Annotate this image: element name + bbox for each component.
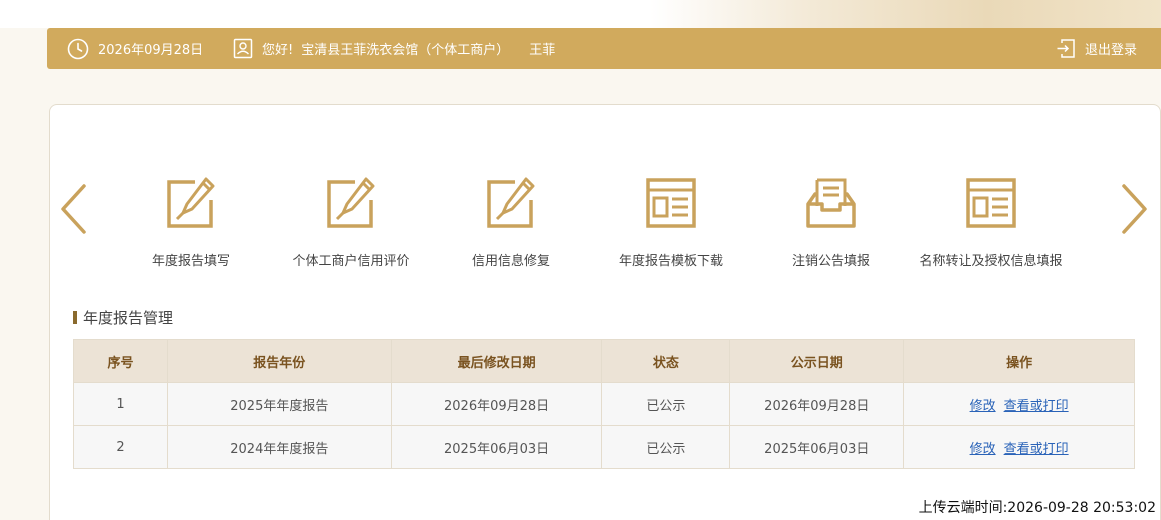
user-info: 您好! 宝清县王菲洗衣会馆（个体工商户） 王菲 <box>233 28 555 69</box>
table-header-row: 序号 报告年份 最后修改日期 状态 公示日期 操作 <box>73 339 1135 383</box>
service-annual-report-fill[interactable]: 年度报告填写 <box>131 176 251 276</box>
cell-published: 2025年06月03日 <box>729 425 905 469</box>
col-header-year: 报告年份 <box>166 339 392 383</box>
col-header-actions: 操作 <box>903 339 1135 383</box>
cell-published: 2026年09月28日 <box>729 382 905 426</box>
service-label: 名称转让及授权信息填报 <box>919 254 1063 269</box>
col-header-published: 公示日期 <box>729 339 905 383</box>
clock-icon <box>67 38 89 60</box>
service-credit-repair[interactable]: 信用信息修复 <box>451 176 571 276</box>
logout-button[interactable]: 退出登录 <box>1056 28 1137 69</box>
table-row: 2 2024年年度报告 2025年06月03日 已公示 2025年06月03日 … <box>73 425 1135 469</box>
col-header-status: 状态 <box>601 339 731 383</box>
cell-actions: 修改 查看或打印 <box>903 382 1135 426</box>
edit-icon <box>327 177 375 228</box>
cell-no: 2 <box>73 425 168 469</box>
cell-no: 1 <box>73 382 168 426</box>
service-label: 年度报告模板下载 <box>618 254 723 269</box>
cell-modified: 2025年06月03日 <box>390 425 603 469</box>
edit-icon <box>487 177 535 228</box>
cell-status: 已公示 <box>601 425 731 469</box>
edit-icon <box>167 177 215 228</box>
cell-year: 2024年年度报告 <box>166 425 392 469</box>
date-display: 2026年09月28日 <box>67 28 203 69</box>
greeting: 您好! <box>262 43 294 58</box>
table-row: 1 2025年年度报告 2026年09月28日 已公示 2026年09月28日 … <box>73 382 1135 426</box>
logout-icon <box>1056 38 1076 59</box>
upload-time: 上传云端时间:2026-09-28 20:53:02 <box>918 500 1156 516</box>
annual-report-table: 序号 报告年份 最后修改日期 状态 公示日期 操作 1 2025年年度报告 20… <box>73 339 1135 469</box>
inbox-icon <box>806 178 856 228</box>
chevron-right-icon <box>1122 184 1147 234</box>
company-name: 宝清县王菲洗衣会馆（个体工商户） <box>301 43 510 58</box>
template-icon <box>966 178 1016 228</box>
view-print-link[interactable]: 查看或打印 <box>1004 442 1069 457</box>
edit-link[interactable]: 修改 <box>970 442 996 457</box>
user-name: 王菲 <box>529 43 556 58</box>
template-icon <box>646 178 696 228</box>
cell-year: 2025年年度报告 <box>166 382 392 426</box>
service-label: 信用信息修复 <box>471 254 550 269</box>
edit-link[interactable]: 修改 <box>970 399 996 414</box>
section-marker <box>73 311 77 324</box>
col-header-no: 序号 <box>73 339 168 383</box>
current-date: 2026年09月28日 <box>98 43 204 58</box>
service-label: 年度报告填写 <box>151 254 230 269</box>
service-template-download[interactable]: 年度报告模板下载 <box>606 176 736 276</box>
cell-modified: 2026年09月28日 <box>390 382 603 426</box>
top-decoration <box>0 0 1161 28</box>
cell-actions: 修改 查看或打印 <box>903 425 1135 469</box>
section-title-text: 年度报告管理 <box>83 309 174 327</box>
service-label: 个体工商户信用评价 <box>292 254 410 269</box>
user-card-icon <box>233 38 253 59</box>
carousel-next-button[interactable] <box>1120 183 1150 235</box>
carousel-prev-button[interactable] <box>58 183 88 235</box>
chevron-left-icon <box>61 184 86 234</box>
service-cancellation-notice[interactable]: 注销公告填报 <box>771 176 891 276</box>
service-name-transfer[interactable]: 名称转让及授权信息填报 <box>906 176 1076 276</box>
col-header-modified: 最后修改日期 <box>390 339 603 383</box>
header-bar: 2026年09月28日 您好! 宝清县王菲洗衣会馆（个体工商户） 王菲 退出登录 <box>47 28 1161 69</box>
logout-label: 退出登录 <box>1085 43 1138 58</box>
view-print-link[interactable]: 查看或打印 <box>1004 399 1069 414</box>
service-label: 注销公告填报 <box>791 254 870 269</box>
cell-status: 已公示 <box>601 382 731 426</box>
section-title: 年度报告管理 <box>73 307 173 328</box>
service-credit-evaluation[interactable]: 个体工商户信用评价 <box>281 176 421 276</box>
